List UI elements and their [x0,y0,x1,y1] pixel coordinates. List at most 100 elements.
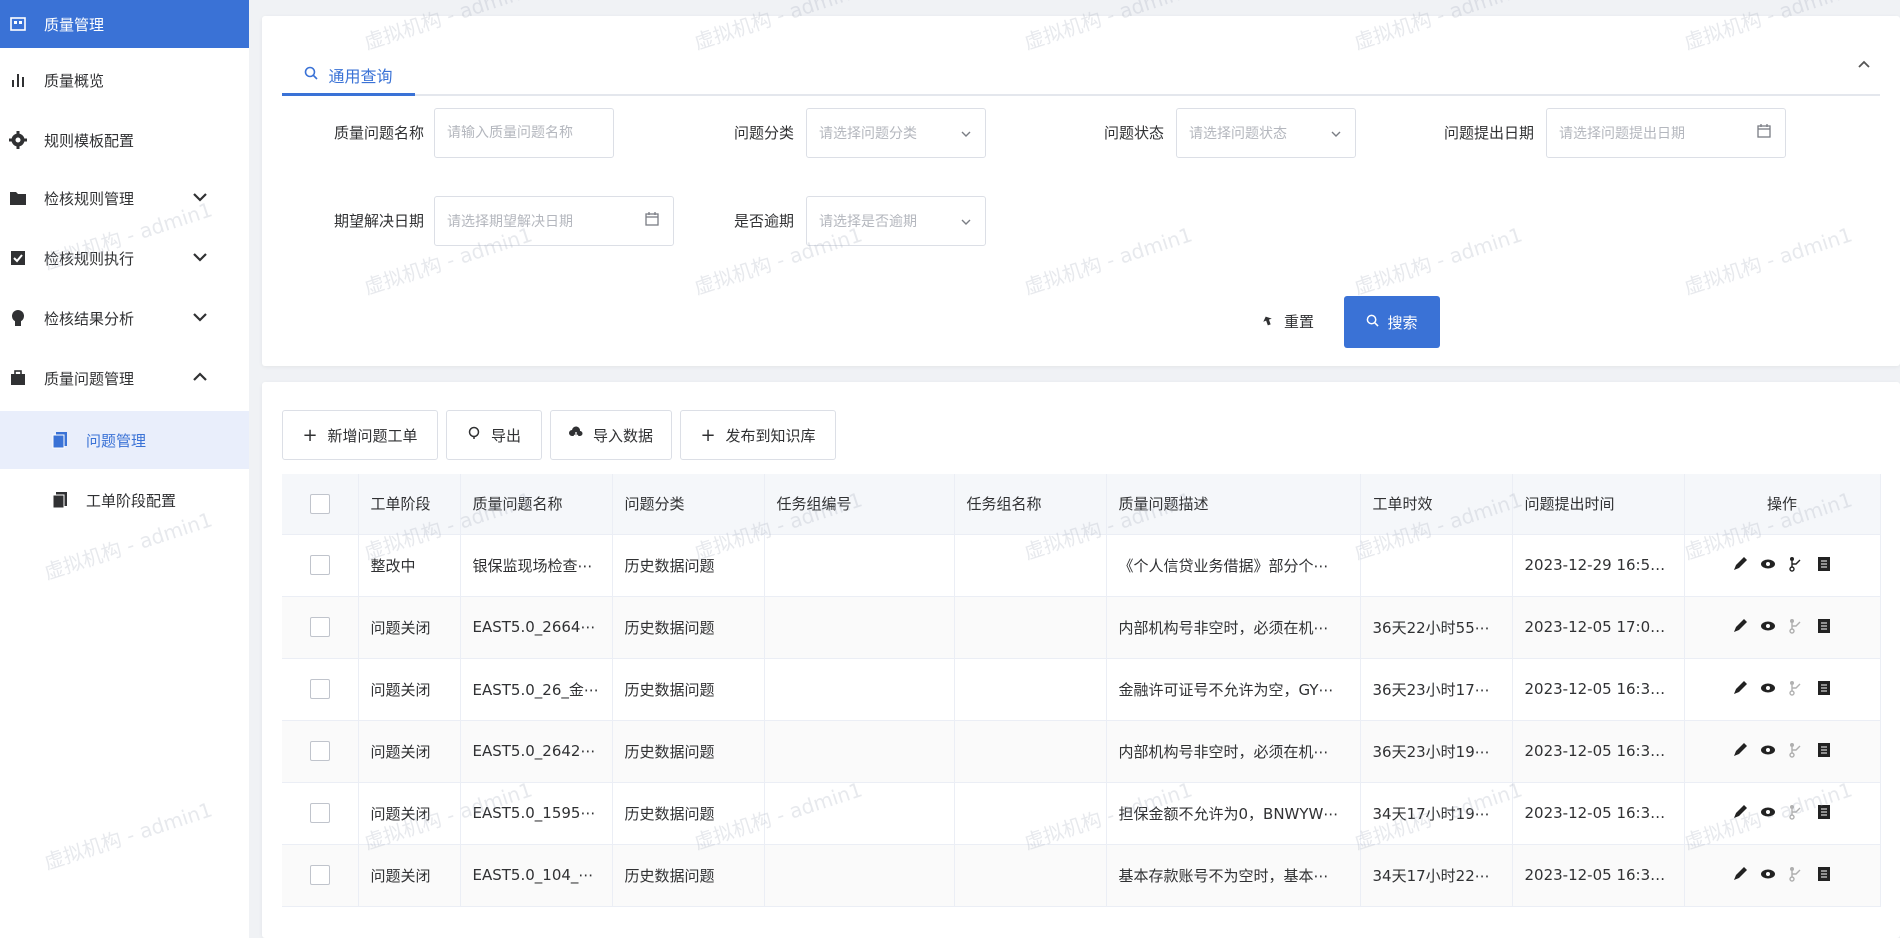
collapse-button[interactable] [1858,56,1870,72]
module-icon [8,14,28,34]
delete-icon[interactable] [1815,555,1833,573]
calendar-icon [1757,124,1771,142]
cell-group-name [954,596,1107,659]
row-select-cell[interactable] [282,720,359,783]
cell-aging: 34天17小时19⋯ [1360,782,1513,845]
delete-icon[interactable] [1815,803,1833,821]
cell-group-name [954,534,1107,597]
import-data-button[interactable]: 导入数据 [550,410,672,460]
delete-icon[interactable] [1815,865,1833,883]
table-row[interactable]: 问题关闭 EAST5.0_1595⋯ 历史数据问题 担保金额不允许为0，BNWYW⋯ 3… [282,782,1881,845]
select-placeholder: 请选择问题状态 [1189,126,1287,142]
expected-date-picker[interactable]: 请选择期望解决日期 [434,196,674,246]
view-icon[interactable] [1759,617,1777,635]
select-all-checkbox[interactable] [309,493,330,514]
sidebar-item-issue-management[interactable]: 质量问题管理 [0,350,249,406]
submit-date-picker[interactable]: 请选择问题提出日期 [1546,108,1786,158]
sidebar-subitem-issue-list[interactable]: 问题管理 [0,411,249,469]
flow-icon[interactable] [1787,617,1805,635]
issue-status-select[interactable]: 请选择问题状态 [1176,108,1356,158]
cell-group-name [954,844,1107,907]
column-header: 质量问题描述 [1106,474,1361,535]
issue-category-select[interactable]: 请选择问题分类 [806,108,986,158]
publish-knowledge-button[interactable]: + 发布到知识库 [680,410,836,460]
import-label: 导入数据 [592,426,653,445]
tab-general-query[interactable]: 通用查询 [282,56,415,96]
flow-icon[interactable] [1787,803,1805,821]
sidebar-item-overview[interactable]: 质量概览 [0,52,249,108]
sidebar-item-rule-execution[interactable]: 检核规则执行 [0,230,249,286]
undo-icon [1262,312,1274,330]
edit-icon[interactable] [1731,803,1749,821]
select-all-cell[interactable] [282,474,359,535]
delete-icon[interactable] [1815,741,1833,759]
sidebar-header-quality[interactable]: 质量管理 [0,0,249,48]
edit-icon[interactable] [1731,865,1749,883]
row-select-cell[interactable] [282,844,359,907]
row-select-cell[interactable] [282,782,359,845]
edit-icon[interactable] [1731,679,1749,697]
reset-button[interactable]: 重置 [1262,296,1314,346]
table-row[interactable]: 问题关闭 EAST5.0_2664⋯ 历史数据问题 内部机构号非空时，必须在机⋯ 36天… [282,596,1881,659]
row-checkbox[interactable] [309,555,330,575]
delete-icon[interactable] [1815,617,1833,635]
issue-name-label: 质量问题名称 [333,124,424,142]
issue-name-field[interactable] [447,125,601,141]
row-select-cell[interactable] [282,658,359,721]
edit-icon[interactable] [1731,617,1749,635]
sidebar-item-template-config[interactable]: 规则模板配置 [0,112,249,168]
row-checkbox[interactable] [309,617,330,637]
calendar-icon [645,212,659,230]
row-checkbox[interactable] [309,865,330,885]
reset-label: 重置 [1284,312,1315,331]
column-header: 工单时效 [1360,474,1513,535]
overdue-select[interactable]: 请选择是否逾期 [806,196,986,246]
sidebar-subitem-stage-config[interactable]: 工单阶段配置 [0,472,249,528]
view-icon[interactable] [1759,679,1777,697]
cell-group-name [954,720,1107,783]
row-checkbox[interactable] [309,679,330,699]
chevron-down-icon [961,214,971,229]
sidebar-item-label: 工单阶段配置 [86,491,177,510]
search-button[interactable]: 搜索 [1344,296,1440,348]
cell-name: EAST5.0_104_⋯ [460,844,613,907]
view-icon[interactable] [1759,741,1777,759]
chevron-up-icon [193,371,207,385]
cell-name: 银保监现场检查⋯ [460,534,613,597]
table-row[interactable]: 整改中 银保监现场检查⋯ 历史数据问题 《个人信贷业务借据》部分个⋯ 2023-12-2… [282,534,1881,597]
flow-icon[interactable] [1787,865,1805,883]
table-row[interactable]: 问题关闭 EAST5.0_104_⋯ 历史数据问题 基本存款账号不为空时，基本⋯ 34天… [282,844,1881,907]
column-header: 质量问题名称 [460,474,613,535]
chevron-down-icon [193,251,207,265]
delete-icon[interactable] [1815,679,1833,697]
view-icon[interactable] [1759,555,1777,573]
add-issue-button[interactable]: + 新增问题工单 [282,410,438,460]
edit-icon[interactable] [1731,555,1749,573]
cell-name: EAST5.0_1595⋯ [460,782,613,845]
cell-group-no [764,658,955,721]
flow-icon[interactable] [1787,679,1805,697]
export-button[interactable]: 导出 [446,410,542,460]
issue-name-input[interactable] [434,108,614,158]
flow-icon[interactable] [1787,555,1805,573]
table-row[interactable]: 问题关闭 EAST5.0_2642⋯ 历史数据问题 内部机构号非空时，必须在机⋯ 36天… [282,720,1881,783]
edit-icon[interactable] [1731,741,1749,759]
cell-aging: 36天22小时55⋯ [1360,596,1513,659]
row-checkbox[interactable] [309,741,330,761]
row-select-cell[interactable] [282,596,359,659]
sidebar-item-rule-management[interactable]: 检核规则管理 [0,170,249,226]
cell-time: 2023-12-05 16:33:07 [1512,720,1685,783]
briefcase-icon [8,368,28,388]
table-row[interactable]: 问题关闭 EAST5.0_26_金⋯ 历史数据问题 金融许可证号不允许为空，GY⋯ 36… [282,658,1881,721]
row-checkbox[interactable] [309,803,330,823]
document-icon [50,430,70,450]
view-icon[interactable] [1759,803,1777,821]
row-select-cell[interactable] [282,534,359,597]
sidebar-item-result-analysis[interactable]: 检核结果分析 [0,290,249,346]
date-placeholder: 请选择问题提出日期 [1559,126,1685,142]
column-header: 问题提出时间 [1512,474,1685,535]
column-header: 问题分类 [612,474,765,535]
cell-stage: 问题关闭 [358,782,461,845]
flow-icon[interactable] [1787,741,1805,759]
view-icon[interactable] [1759,865,1777,883]
